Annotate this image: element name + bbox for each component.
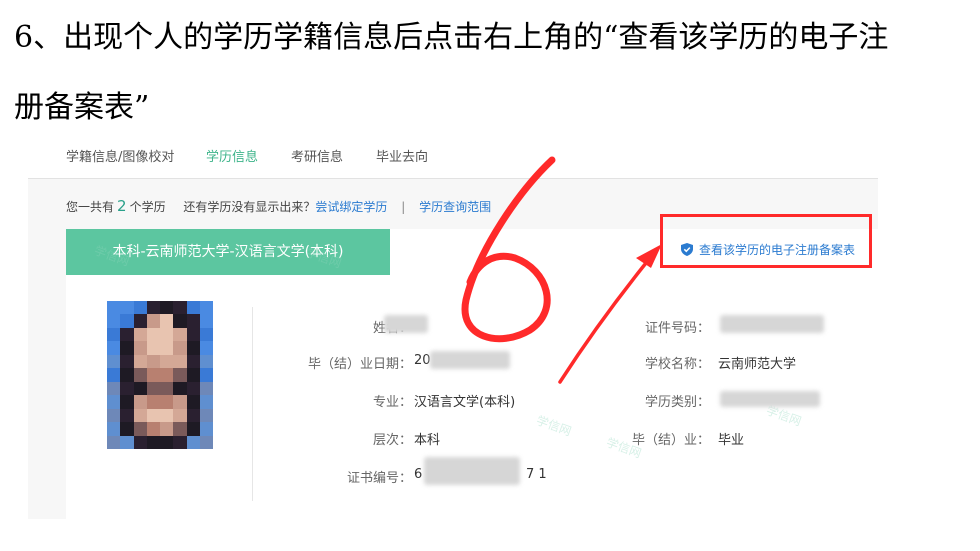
arrow-shaft — [558, 256, 652, 384]
handwritten-number-6 — [461, 156, 556, 343]
arrow-head — [636, 244, 662, 268]
annotation-overlay — [461, 156, 662, 384]
